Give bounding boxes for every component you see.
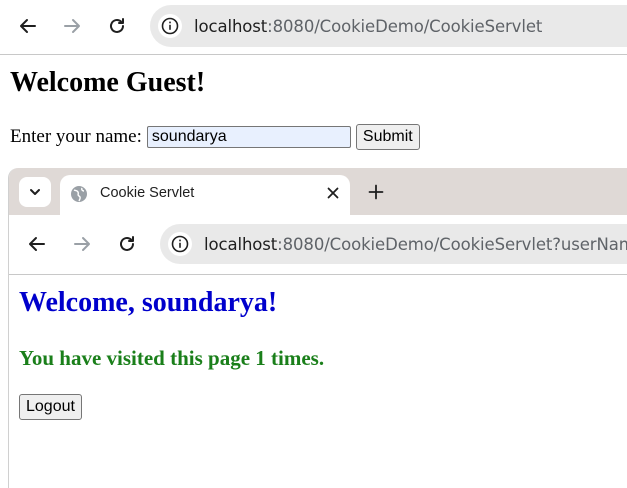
reload-button[interactable] xyxy=(103,12,131,40)
tab-search-icon xyxy=(30,189,40,195)
reload-icon xyxy=(120,236,134,251)
tab-cookie-servlet[interactable]: Cookie Servlet xyxy=(60,175,350,216)
back-arrow-icon xyxy=(29,237,45,251)
name-input[interactable] xyxy=(146,126,351,148)
site-info-icon[interactable] xyxy=(168,232,192,256)
url-host: localhost xyxy=(194,16,268,36)
back-button[interactable] xyxy=(14,12,42,40)
forward-arrow-icon xyxy=(74,237,90,251)
tab-close-button[interactable] xyxy=(322,182,344,204)
name-label: Enter your name: xyxy=(10,126,142,147)
page-title: Welcome Guest! xyxy=(10,67,206,98)
address-bar[interactable]: localhost:8080/CookieDemo/CookieServlet xyxy=(150,5,627,47)
forward-button-2[interactable] xyxy=(68,230,96,258)
url-host-2: localhost xyxy=(204,234,278,254)
back-button-2[interactable] xyxy=(23,230,51,258)
reload-icon xyxy=(110,18,124,33)
second-browser-window: Cookie Servlet localhost:8080/CookieDemo… xyxy=(8,168,627,488)
url-text-2: localhost:8080/CookieDemo/CookieServlet?… xyxy=(204,235,627,254)
forward-arrow-icon xyxy=(64,19,80,33)
browser-toolbar-2: localhost:8080/CookieDemo/CookieServlet?… xyxy=(9,215,627,275)
name-form: Enter your name: Submit xyxy=(10,124,420,150)
back-arrow-icon xyxy=(20,19,36,33)
tab-title: Cookie Servlet xyxy=(100,185,195,201)
site-info-icon[interactable] xyxy=(158,14,182,38)
address-bar-2[interactable]: localhost:8080/CookieDemo/CookieServlet?… xyxy=(160,224,627,264)
new-tab-button[interactable] xyxy=(364,180,388,204)
browser-toolbar: localhost:8080/CookieDemo/CookieServlet xyxy=(0,0,627,55)
globe-favicon-icon xyxy=(71,186,87,202)
url-text: localhost:8080/CookieDemo/CookieServlet xyxy=(194,17,542,36)
url-path: :8080/CookieDemo/CookieServlet xyxy=(267,16,543,36)
visit-count-message: You have visited this page 1 times. xyxy=(19,346,325,370)
url-path-2: :8080/CookieDemo/CookieServlet?userName= xyxy=(277,234,627,254)
reload-button-2[interactable] xyxy=(113,230,141,258)
logout-button[interactable]: Logout xyxy=(19,394,82,420)
welcome-user-heading: Welcome, soundarya! xyxy=(19,287,278,318)
submit-button[interactable]: Submit xyxy=(355,124,420,150)
tab-strip: Cookie Servlet xyxy=(9,168,627,216)
close-icon xyxy=(327,187,339,199)
tab-search-button[interactable] xyxy=(19,177,51,207)
plus-icon xyxy=(368,184,384,200)
forward-button[interactable] xyxy=(58,12,86,40)
